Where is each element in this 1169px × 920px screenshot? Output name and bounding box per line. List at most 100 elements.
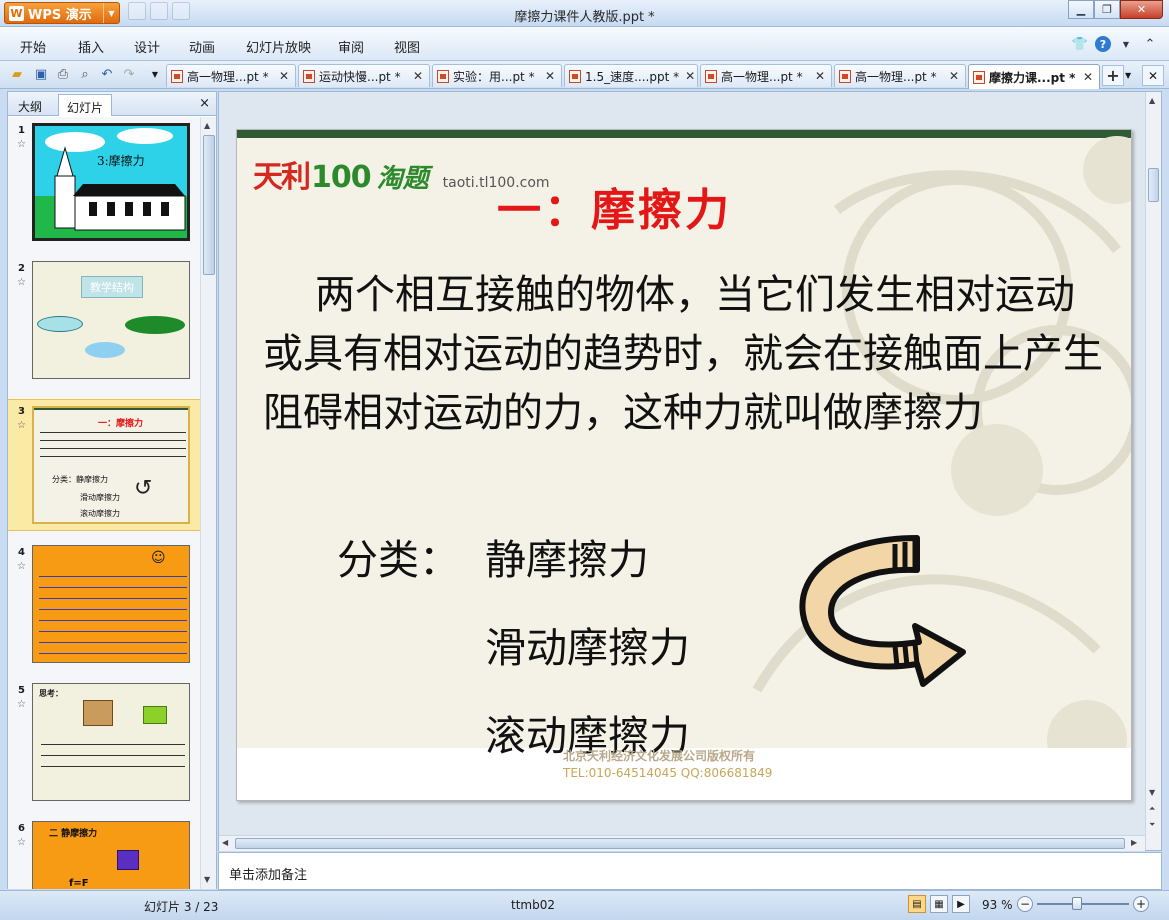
- new-tab-button[interactable]: +: [1102, 65, 1124, 86]
- thumbnail-list: 1 ☆ 3:摩擦力 2 ☆ 教学结构 3 ☆ 一：摩擦力 分类：静摩擦力 滑动摩…: [8, 117, 200, 889]
- close-icon[interactable]: ✕: [1077, 70, 1093, 84]
- close-icon[interactable]: ✕: [1120, 0, 1163, 19]
- normal-view-icon[interactable]: ▤: [908, 895, 926, 913]
- close-icon[interactable]: ✕: [539, 69, 555, 83]
- thumbnail-item[interactable]: 2 ☆ 教学结构: [8, 261, 200, 385]
- print-icon[interactable]: ⎙: [54, 65, 72, 83]
- classification-item[interactable]: 静摩擦力: [485, 526, 649, 586]
- thumb-body-lines: [41, 740, 185, 774]
- zoom-slider-handle[interactable]: [1072, 897, 1082, 910]
- thumb-box: [117, 850, 139, 870]
- doc-tab-active[interactable]: 摩擦力课...pt * ✕: [968, 64, 1100, 89]
- thumb-box: [143, 706, 167, 724]
- thumbnail-item-selected[interactable]: 3 ☆ 一：摩擦力 分类：静摩擦力 滑动摩擦力 滚动摩擦力 ↺: [8, 399, 200, 531]
- slide-thumbnail: ☺: [32, 545, 190, 663]
- star-icon: ☆: [17, 139, 26, 150]
- redo-icon[interactable]: ↷: [120, 65, 138, 83]
- horizontal-scrollbar[interactable]: ◀ ▶: [219, 835, 1145, 851]
- logo-text: 100: [311, 160, 372, 195]
- menu-slideshow[interactable]: 幻灯片放映: [246, 37, 311, 56]
- scroll-left-icon[interactable]: ◀: [222, 838, 228, 847]
- tab-slides[interactable]: 幻灯片: [58, 94, 113, 116]
- close-icon[interactable]: ✕: [809, 69, 825, 83]
- scroll-thumb[interactable]: [203, 135, 215, 275]
- zoom-in-icon[interactable]: +: [1133, 896, 1149, 912]
- vertical-scrollbar[interactable]: ▲ ▼ ⏶ ⏷: [1145, 92, 1161, 850]
- menu-home[interactable]: 开始: [20, 37, 46, 56]
- slide-thumbnail: 二 静摩擦力 f=F: [32, 821, 190, 889]
- thumb-text: 分类：静摩擦力: [52, 475, 108, 484]
- slideshow-icon[interactable]: ▶: [952, 895, 970, 913]
- close-icon[interactable]: ✕: [273, 69, 289, 83]
- scroll-up-icon[interactable]: ▲: [1149, 96, 1155, 105]
- minimize-icon[interactable]: ▁: [1068, 0, 1094, 19]
- restore-icon[interactable]: ❐: [1094, 0, 1120, 19]
- scroll-right-icon[interactable]: ▶: [1131, 838, 1137, 847]
- scroll-down-icon[interactable]: ▼: [204, 875, 210, 884]
- doc-tab-label: 运动快慢...pt *: [319, 69, 401, 84]
- thumb-body-lines: [40, 430, 186, 464]
- slide-title[interactable]: 一：摩擦力: [497, 174, 732, 238]
- ppt-file-icon: [569, 69, 581, 83]
- close-icon[interactable]: ×: [199, 96, 210, 111]
- doc-tab[interactable]: 高一物理...pt * ✕: [166, 64, 296, 87]
- chevron-down-icon[interactable]: ▼: [1125, 65, 1137, 86]
- notes-placeholder[interactable]: 单击添加备注: [229, 864, 307, 883]
- slide-body-text[interactable]: 两个相互接触的物体，当它们发生相对运动或具有相对运动的趋势时，就会在接触面上产生…: [263, 266, 1113, 443]
- slide-canvas[interactable]: 天利 100 淘题 taoti.tl100.com 一：摩擦力 两个相互接触的物…: [236, 129, 1132, 801]
- undo-icon[interactable]: ↶: [98, 65, 116, 83]
- zoom-slider[interactable]: [1037, 903, 1129, 905]
- thumb-shape: [125, 316, 185, 334]
- close-icon[interactable]: ✕: [943, 69, 959, 83]
- skin-shirt-icon[interactable]: 👕: [1071, 35, 1089, 53]
- ppt-file-icon: [171, 69, 183, 83]
- classification-label[interactable]: 分类：: [337, 526, 460, 586]
- menu-animation[interactable]: 动画: [189, 37, 215, 56]
- prev-slide-icon[interactable]: ⏶: [1149, 804, 1155, 814]
- menu-design[interactable]: 设计: [134, 37, 160, 56]
- close-icon[interactable]: ✕: [407, 69, 423, 83]
- menu-insert[interactable]: 插入: [78, 37, 104, 56]
- tab-outline[interactable]: 大纲: [10, 94, 50, 116]
- menu-view[interactable]: 视图: [394, 37, 420, 56]
- footer-contact: TEL:010-64514045 QQ:806681849: [563, 766, 773, 780]
- thumbnail-item[interactable]: 4 ☆ ☺: [8, 545, 200, 669]
- close-all-tabs-icon[interactable]: ✕: [1142, 65, 1164, 86]
- thumbnail-item[interactable]: 6 ☆ 二 静摩擦力 f=F: [8, 821, 200, 889]
- logo-text: 淘题: [376, 164, 429, 194]
- thumb-shape: [85, 342, 125, 358]
- next-slide-icon[interactable]: ⏷: [1149, 820, 1155, 830]
- scroll-thumb[interactable]: [235, 838, 1125, 849]
- slide-thumbnail: 3:摩擦力: [32, 123, 190, 241]
- chevron-down-icon[interactable]: ▼: [1117, 35, 1135, 53]
- save-icon[interactable]: ▣: [32, 65, 50, 83]
- thumbnail-item[interactable]: 5 ☆ 思考：: [8, 683, 200, 807]
- scroll-up-icon[interactable]: ▲: [204, 121, 210, 130]
- notes-pane[interactable]: 单击添加备注: [218, 852, 1162, 890]
- panel-scrollbar[interactable]: ▲ ▼: [200, 117, 216, 889]
- zoom-out-icon[interactable]: −: [1017, 896, 1033, 912]
- slide-number: 1: [18, 125, 25, 136]
- doc-tab[interactable]: 实验：用...pt * ✕: [432, 64, 562, 87]
- cartoon-icon: ☺: [151, 550, 166, 566]
- print-preview-icon[interactable]: ⌕: [76, 65, 94, 83]
- slide-number: 5: [18, 685, 25, 696]
- help-icon[interactable]: ?: [1095, 36, 1111, 52]
- doc-tab-label: 实验：用...pt *: [453, 69, 535, 84]
- menu-review[interactable]: 审阅: [338, 37, 364, 56]
- scroll-thumb[interactable]: [1148, 168, 1159, 202]
- classification-item[interactable]: 滑动摩擦力: [485, 614, 690, 674]
- chevron-down-icon[interactable]: ▼: [146, 65, 164, 83]
- thumbnail-item[interactable]: 1 ☆ 3:摩擦力: [8, 123, 200, 247]
- doc-tab[interactable]: 1.5_速度....ppt * ✕: [564, 64, 698, 87]
- doc-tab[interactable]: 高一物理...pt * ✕: [834, 64, 966, 87]
- close-icon[interactable]: ✕: [679, 69, 695, 83]
- collapse-ribbon-icon[interactable]: ⌃: [1141, 35, 1159, 53]
- doc-tab[interactable]: 运动快慢...pt * ✕: [298, 64, 430, 87]
- star-icon: ☆: [17, 837, 26, 848]
- doc-tab[interactable]: 高一物理...pt * ✕: [700, 64, 832, 87]
- curved-arrow-icon[interactable]: [797, 534, 967, 694]
- scroll-down-icon[interactable]: ▼: [1149, 788, 1155, 797]
- slide-sorter-icon[interactable]: ▦: [930, 895, 948, 913]
- open-folder-icon[interactable]: ▰: [8, 65, 26, 83]
